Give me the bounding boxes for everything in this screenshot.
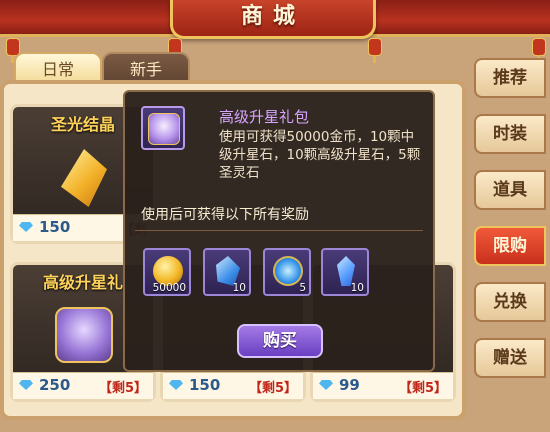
- lantern-icon: [532, 38, 546, 63]
- item-price: 150: [189, 376, 221, 394]
- diamond-icon: [19, 380, 33, 390]
- side-tab-recommend[interactable]: 推荐: [474, 58, 546, 98]
- diamond-icon: [319, 380, 333, 390]
- item-price: 150: [39, 218, 71, 236]
- side-tab-limited[interactable]: 限购: [474, 226, 546, 266]
- popup-title: 高级升星礼包: [219, 108, 310, 126]
- gift-pack-icon: [141, 106, 185, 150]
- item-remaining: 【剩5】: [398, 381, 447, 396]
- buy-button[interactable]: 购买: [237, 324, 323, 358]
- reward-item[interactable]: 5: [263, 248, 311, 296]
- side-tab-exchange[interactable]: 兑换: [474, 282, 546, 322]
- crystal-icon: [61, 149, 107, 207]
- reward-qty: 5: [299, 282, 306, 294]
- diamond-icon: [19, 222, 33, 232]
- popup-description: 使用可获得50000金币，10颗中级升星石，10颗高级升星石，5颗圣灵石: [219, 129, 421, 181]
- reward-item[interactable]: 10: [203, 248, 251, 296]
- item-price: 250: [39, 376, 71, 394]
- item-price-bar: 150 【剩5】: [163, 372, 303, 399]
- item-price-bar: 250 【剩5】: [13, 372, 153, 399]
- divider: [135, 230, 423, 231]
- side-tab-fashion[interactable]: 时装: [474, 114, 546, 154]
- reward-qty: 10: [350, 282, 364, 294]
- lantern-icon: [368, 38, 382, 63]
- reward-item[interactable]: 50000: [143, 248, 191, 296]
- page-title: 商城: [170, 0, 376, 39]
- gift-pack-icon: [55, 307, 113, 363]
- item-detail-popup: 高级升星礼包 使用可获得50000金币，10颗中级升星石，10颗高级升星石，5颗…: [123, 90, 435, 372]
- diamond-icon: [169, 380, 183, 390]
- item-remaining: 【剩5】: [98, 381, 147, 396]
- reward-qty: 10: [232, 282, 246, 294]
- side-tab-gift[interactable]: 赠送: [474, 338, 546, 378]
- reward-qty: 50000: [152, 282, 186, 294]
- item-remaining: 【剩5】: [248, 381, 297, 396]
- item-price-bar: 99 【剩5】: [313, 372, 453, 399]
- reward-item[interactable]: 10: [321, 248, 369, 296]
- popup-subtitle: 使用后可获得以下所有奖励: [141, 207, 309, 223]
- item-price: 99: [339, 376, 360, 394]
- side-tab-items[interactable]: 道具: [474, 170, 546, 210]
